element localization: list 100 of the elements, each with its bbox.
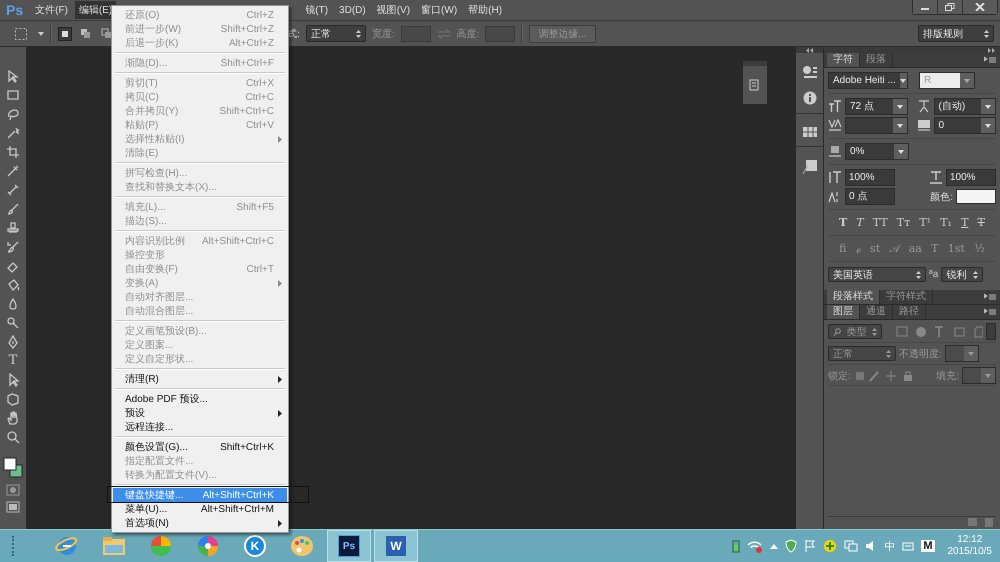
quick-mask-icon[interactable] [6,484,20,496]
opentype-button[interactable]: 𝒜 [889,242,900,255]
font-size-select[interactable]: 72 点 [845,98,908,115]
panel-tab[interactable]: 字符 [827,53,860,67]
type-tool[interactable]: T [8,354,18,368]
bandage-icon[interactable] [6,183,20,197]
plus-circle-icon[interactable] [823,539,838,553]
brush-icon[interactable] [6,202,20,216]
monitor-icon[interactable] [844,539,858,553]
text-style-button[interactable]: T₁ [940,216,952,229]
text-style-button[interactable]: Tт [896,216,910,229]
opentype-button[interactable]: aa [908,242,922,255]
panel-tab[interactable]: 路径 [893,305,926,319]
dock-header[interactable] [796,47,823,53]
ime-indicator[interactable]: 中 [884,538,896,554]
panel-tab[interactable]: 字符样式 [880,290,933,304]
width-field[interactable] [400,26,431,42]
taskbar-app[interactable]: W [374,530,418,562]
bucket-icon[interactable] [6,278,20,292]
caret-up-icon[interactable] [770,543,778,549]
marquee-icon[interactable] [6,88,20,102]
menu-item[interactable]: 首选项(N) [113,516,287,530]
keyboard-icon[interactable] [902,540,914,552]
styles-icon[interactable] [802,159,818,175]
style-select[interactable]: 正常 [306,25,366,42]
font-family-select[interactable]: Adobe Heiti ... [828,72,908,89]
fill-field[interactable] [962,367,996,384]
hand-icon[interactable] [6,411,20,425]
opentype-button[interactable]: 1st [948,242,965,255]
input-mode-indicator[interactable]: M [921,540,934,552]
baseline-shift-field[interactable]: 0 点 [845,188,895,205]
text-style-button[interactable]: T¹ [919,216,932,229]
opacity-field[interactable] [944,345,979,362]
horizontal-scale-field[interactable]: 100% [946,169,996,186]
taskbar-app[interactable]: Ps [327,530,371,562]
vertical-scale-field[interactable]: 100% [845,169,895,186]
taskbar-app[interactable]: K [233,530,277,562]
leading-select[interactable]: (自动) [934,98,996,115]
minimize-button[interactable] [913,0,938,14]
panel-tab[interactable]: 通道 [860,305,893,319]
panel-menu-icon[interactable] [984,308,996,316]
opentype-button[interactable]: ℴ [856,241,861,256]
lasso-icon[interactable] [6,107,20,121]
menu-item[interactable]: 窗口(W) [417,1,462,19]
color-swatches-icon[interactable] [2,455,24,479]
pen-icon[interactable] [6,335,20,349]
menu-item[interactable]: 远程连接... [113,420,287,434]
caret-icon[interactable] [38,32,44,36]
font-style-select[interactable]: R [919,72,975,89]
restore-button[interactable] [938,0,963,14]
zoom-icon[interactable] [6,430,20,444]
grid-icon[interactable] [802,126,818,138]
opentype-button[interactable]: ½ [974,242,985,255]
tsume-select[interactable]: 0% [845,143,909,160]
menu-item[interactable]: 帮助(H) [464,1,506,19]
menu-item[interactable]: Adobe PDF 预设... [113,392,287,406]
shield-icon[interactable] [785,539,798,553]
layer-filter-select[interactable]: 类型 [828,324,882,339]
panel-menu-icon[interactable] [984,293,996,301]
add-selection-icon[interactable] [79,26,93,40]
collapse-arrows-icon[interactable] [806,48,814,52]
info-icon[interactable] [802,91,816,105]
opentype-button[interactable]: ﬁ [839,242,846,255]
menu-item[interactable]: 菜单(U)... Alt+Shift+Ctrl+M [113,502,287,516]
height-field[interactable] [485,26,516,42]
menu-item[interactable]: 预设 [113,406,287,420]
filter-toggle[interactable] [986,323,996,340]
menu-item[interactable]: 颜色设置(G)... Shift+Ctrl+K [113,440,287,454]
close-button[interactable] [963,0,997,14]
menu-item[interactable]: 文件(F) [31,1,72,19]
menu-item[interactable]: 3D(D) [335,2,370,18]
refine-edge-button[interactable]: 调整边缘... [529,24,596,42]
battery-icon[interactable] [732,539,740,553]
text-style-button[interactable]: T [961,216,968,229]
panel-tab[interactable]: 图层 [827,305,860,319]
menu-item[interactable]: 清理(R) [113,372,287,386]
eyedropper-icon[interactable] [6,164,20,178]
crop-icon[interactable] [6,145,20,159]
expand-arrows-icon[interactable] [988,48,996,52]
antialias-select[interactable]: 锐利 [941,267,984,282]
blend-mode-select[interactable]: 正常 [828,346,896,361]
screen-mode-icon[interactable] [6,501,20,513]
text-style-button[interactable]: T [839,216,848,229]
subtract-selection-icon[interactable] [100,26,114,40]
language-select[interactable]: 美国英语 [828,267,926,282]
text-style-button[interactable]: T [978,216,985,229]
menu-item[interactable]: 键盘快捷键... Alt+Shift+Ctrl+K [113,488,287,502]
panel-menu-icon[interactable] [984,56,996,64]
brush-icon[interactable] [6,240,20,254]
text-style-button[interactable]: T [856,216,864,229]
panel-tab[interactable]: 段落样式 [827,290,880,304]
wifi-icon[interactable] [747,539,764,553]
flag-icon[interactable] [804,539,816,553]
magnifier-icon[interactable] [6,316,20,330]
menu-item[interactable]: 视图(V) [372,1,414,19]
grid-dots-icon[interactable] [802,65,818,79]
new-selection-icon[interactable] [58,26,72,40]
marquee-icon[interactable] [14,26,30,40]
menu-item[interactable]: 镜(T) [301,1,332,19]
text-style-button[interactable]: TT [872,216,888,229]
